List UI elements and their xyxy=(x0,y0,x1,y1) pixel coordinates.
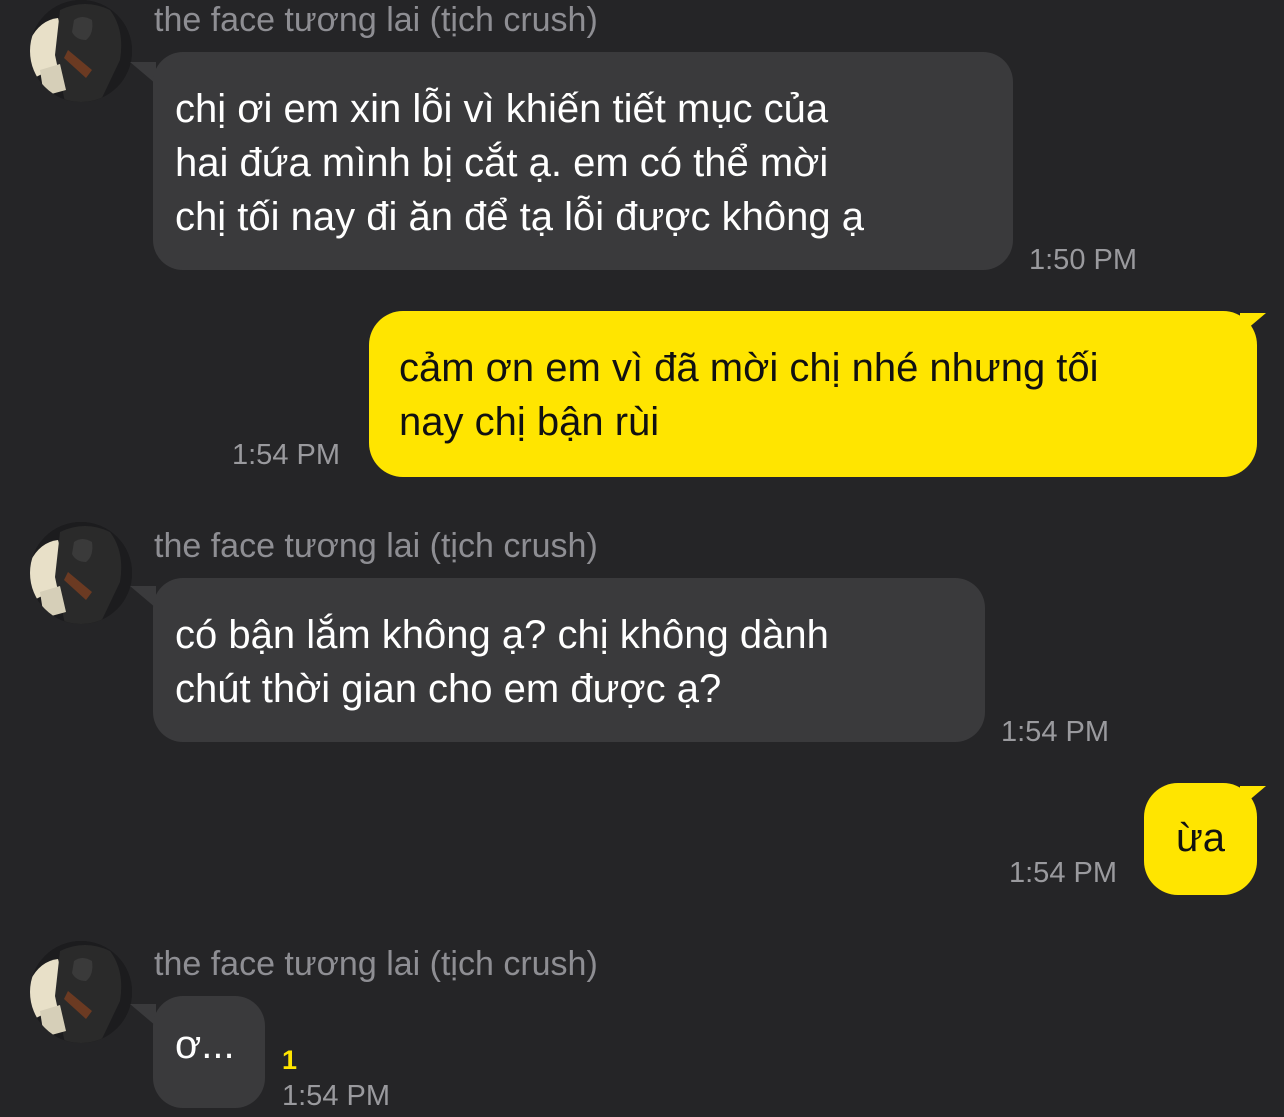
sender-name: the face tương lai (tịch crush) xyxy=(154,945,598,983)
message-bubble-outgoing[interactable]: cảm ơn em vì đã mời chị nhé nhưng tối na… xyxy=(369,311,1257,477)
message-text-line: hai đứa mình bị cắt ạ. em có thể mời xyxy=(175,141,829,185)
contact-avatar[interactable] xyxy=(30,0,132,102)
message-text-line: chị ơi em xin lỗi vì khiến tiết mục của xyxy=(175,87,829,131)
message-bubble-incoming[interactable]: ơ... xyxy=(153,996,265,1108)
message-bubble-incoming[interactable]: chị ơi em xin lỗi vì khiến tiết mục của … xyxy=(153,52,1013,270)
message-text-line: có bận lắm không ạ? chị không dành xyxy=(175,613,829,657)
message-text-line: nay chị bận rùi xyxy=(399,400,660,444)
message-timestamp: 1:54 PM xyxy=(1001,716,1109,748)
message-bubble-outgoing[interactable]: ừa xyxy=(1144,783,1257,895)
avatar-photo-icon xyxy=(30,941,132,1043)
message-text-line: chút thời gian cho em được ạ? xyxy=(175,667,722,711)
sender-name: the face tương lai (tịch crush) xyxy=(154,527,598,565)
message-text-line: chị tối nay đi ăn để tạ lỗi được không ạ xyxy=(175,195,864,239)
contact-avatar[interactable] xyxy=(30,941,132,1043)
message-text-line: ừa xyxy=(1175,816,1226,860)
message-timestamp: 1:50 PM xyxy=(1029,244,1137,276)
message-timestamp: 1:54 PM xyxy=(1009,857,1117,889)
message-timestamp: 1:54 PM xyxy=(282,1080,390,1112)
message-text-line: ơ... xyxy=(175,1023,235,1067)
message-bubble-incoming[interactable]: có bận lắm không ạ? chị không dành chút … xyxy=(153,578,985,742)
unread-count-badge: 1 xyxy=(282,1045,298,1075)
sender-name: the face tương lai (tịch crush) xyxy=(154,1,598,39)
message-text-line: cảm ơn em vì đã mời chị nhé nhưng tối xyxy=(399,346,1099,390)
avatar-photo-icon xyxy=(30,522,132,624)
avatar-photo-icon xyxy=(30,0,132,102)
contact-avatar[interactable] xyxy=(30,522,132,624)
message-timestamp: 1:54 PM xyxy=(232,439,340,471)
